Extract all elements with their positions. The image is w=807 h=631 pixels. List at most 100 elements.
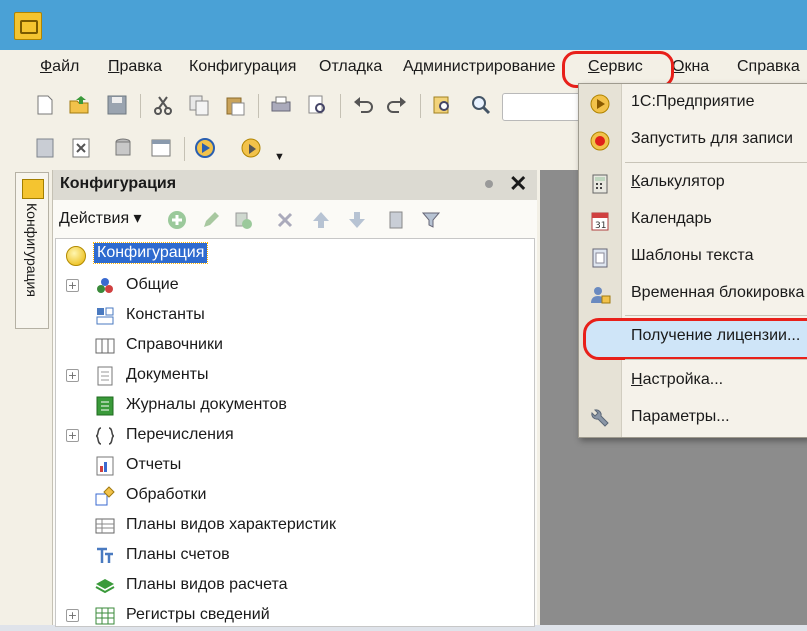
menu-separator bbox=[625, 162, 807, 163]
paste-icon[interactable] bbox=[224, 94, 246, 116]
tree-item-common[interactable]: + Общие bbox=[56, 271, 534, 301]
actions-button[interactable]: Действия ▾ bbox=[59, 208, 142, 228]
menu-help[interactable]: Справка bbox=[737, 58, 800, 76]
run-enterprise-icon[interactable] bbox=[240, 137, 262, 159]
tree-item-label[interactable]: Отчеты bbox=[126, 456, 181, 474]
menu-edit[interactable]: Правка bbox=[108, 58, 162, 76]
tree-item-label[interactable]: Планы видов расчета bbox=[126, 576, 288, 594]
move-up-icon[interactable] bbox=[311, 210, 331, 230]
panel-title: Конфигурация bbox=[60, 175, 177, 192]
menu-windows[interactable]: Окна bbox=[672, 58, 709, 76]
find-in-file-icon[interactable] bbox=[432, 94, 454, 116]
dropdown-arrow-icon[interactable]: ▼ bbox=[274, 151, 285, 163]
pin-icon[interactable] bbox=[485, 180, 493, 188]
close-icon[interactable]: ✕ bbox=[509, 171, 527, 197]
tree-item-characteristics[interactable]: Планы видов характеристик bbox=[56, 511, 534, 541]
tree-item-processings[interactable]: Обработки bbox=[56, 481, 534, 511]
tree-item-label[interactable]: Журналы документов bbox=[126, 396, 287, 414]
sort-icon[interactable] bbox=[387, 210, 407, 230]
print-icon[interactable] bbox=[270, 94, 292, 116]
menu-item-temporary-lock[interactable]: Временная блокировка bbox=[579, 277, 807, 311]
menu-item-parameters[interactable]: Параметры... bbox=[579, 401, 807, 435]
record-icon bbox=[590, 131, 610, 151]
tree-item-registers[interactable]: + Регистры сведений bbox=[56, 601, 534, 631]
tree-item-label[interactable]: Регистры сведений bbox=[126, 606, 270, 624]
open-folder-icon[interactable] bbox=[68, 94, 90, 116]
menu-item-label: Календарь bbox=[631, 210, 712, 227]
panel-header: Конфигурация ✕ bbox=[53, 170, 537, 200]
tree-item-constants[interactable]: Константы bbox=[56, 301, 534, 331]
templates-icon bbox=[592, 248, 608, 268]
menu-separator bbox=[625, 359, 807, 360]
tree-item-label[interactable]: Перечисления bbox=[126, 426, 234, 444]
menu-file[interactable]: Файл bbox=[40, 58, 79, 76]
configuration-tree[interactable]: Конфигурация + Общие Константы Справочни… bbox=[55, 238, 535, 627]
window-titlebar bbox=[0, 0, 807, 50]
side-tab-label: Конфигурация bbox=[24, 203, 40, 297]
tree-item-reports[interactable]: Отчеты bbox=[56, 451, 534, 481]
menu-item-run-for-recording[interactable]: Запустить для записи bbox=[579, 123, 807, 157]
search-icon[interactable] bbox=[470, 94, 492, 116]
enums-icon bbox=[95, 427, 115, 445]
menu-item-label: Калькулятор bbox=[631, 173, 725, 190]
expand-icon[interactable]: + bbox=[66, 429, 79, 442]
filter-icon[interactable] bbox=[421, 210, 441, 230]
calculation-icon bbox=[95, 579, 115, 594]
tree-item-label[interactable]: Константы bbox=[126, 306, 205, 324]
redo-icon[interactable] bbox=[386, 94, 408, 116]
tree-item-label[interactable]: Документы bbox=[126, 366, 208, 384]
app-logo-icon[interactable] bbox=[14, 12, 42, 40]
print-preview-icon[interactable] bbox=[306, 94, 328, 116]
tree-item-label[interactable]: Обработки bbox=[126, 486, 206, 504]
menu-configuration[interactable]: Конфигурация bbox=[189, 58, 296, 76]
menu-item-label: Запустить для записи bbox=[631, 130, 793, 147]
configuration-tab-icon bbox=[22, 179, 44, 199]
menu-item-enterprise[interactable]: 1С:Предприятие bbox=[579, 86, 807, 120]
lock-user-icon bbox=[591, 287, 611, 304]
menu-administration[interactable]: Администрирование bbox=[403, 58, 556, 76]
menu-item-get-license[interactable]: Получение лицензии... bbox=[579, 320, 807, 354]
menu-item-calculator[interactable]: Калькулятор bbox=[579, 166, 807, 200]
configuration-side-tab[interactable]: Конфигурация bbox=[15, 172, 49, 329]
play-icon bbox=[590, 94, 610, 114]
save-icon[interactable] bbox=[106, 94, 128, 116]
menu-item-calendar[interactable]: 31 Календарь bbox=[579, 203, 807, 237]
tree-item-label[interactable]: Планы видов характеристик bbox=[126, 516, 336, 534]
tree-item-journals[interactable]: Журналы документов bbox=[56, 391, 534, 421]
move-down-icon[interactable] bbox=[347, 210, 367, 230]
tree-item-label[interactable]: Планы счетов bbox=[126, 546, 230, 564]
database-icon[interactable] bbox=[112, 137, 134, 159]
tree-item-calculation[interactable]: Планы видов расчета bbox=[56, 571, 534, 601]
processings-icon bbox=[95, 486, 115, 506]
menu-item-label: Параметры... bbox=[631, 408, 730, 425]
copy-object-icon[interactable] bbox=[233, 210, 253, 230]
tree-item-label[interactable]: Общие bbox=[126, 276, 179, 294]
tree-root-row[interactable]: Конфигурация bbox=[56, 241, 534, 271]
new-document-icon[interactable] bbox=[34, 94, 56, 116]
expand-icon[interactable]: + bbox=[66, 279, 79, 292]
undo-icon[interactable] bbox=[352, 94, 374, 116]
config-tree-icon[interactable] bbox=[34, 137, 56, 159]
tree-item-accounts[interactable]: Планы счетов bbox=[56, 541, 534, 571]
cut-icon[interactable] bbox=[152, 94, 174, 116]
copy-icon[interactable] bbox=[188, 94, 210, 116]
expand-icon[interactable]: + bbox=[66, 609, 79, 622]
run-debug-icon[interactable] bbox=[194, 137, 216, 159]
add-icon[interactable] bbox=[167, 210, 187, 230]
menu-debug[interactable]: Отладка bbox=[319, 58, 382, 76]
menu-item-settings[interactable]: Настройка... bbox=[579, 364, 807, 398]
expand-icon[interactable]: + bbox=[66, 369, 79, 382]
window-layout-icon[interactable] bbox=[150, 137, 172, 159]
tree-item-enums[interactable]: + Перечисления bbox=[56, 421, 534, 451]
edit-icon[interactable] bbox=[201, 210, 221, 230]
compare-config-icon[interactable] bbox=[70, 137, 92, 159]
delete-icon[interactable] bbox=[275, 210, 295, 230]
common-icon bbox=[97, 278, 113, 293]
tree-root-label[interactable]: Конфигурация bbox=[92, 242, 209, 264]
tree-item-label[interactable]: Справочники bbox=[126, 336, 223, 354]
tree-item-documents[interactable]: + Документы bbox=[56, 361, 534, 391]
toolbar-configuration: ▼ bbox=[14, 133, 314, 165]
tree-item-catalogs[interactable]: Справочники bbox=[56, 331, 534, 361]
menu-item-label: Шаблоны текста bbox=[631, 247, 754, 264]
menu-item-text-templates[interactable]: Шаблоны текста bbox=[579, 240, 807, 274]
